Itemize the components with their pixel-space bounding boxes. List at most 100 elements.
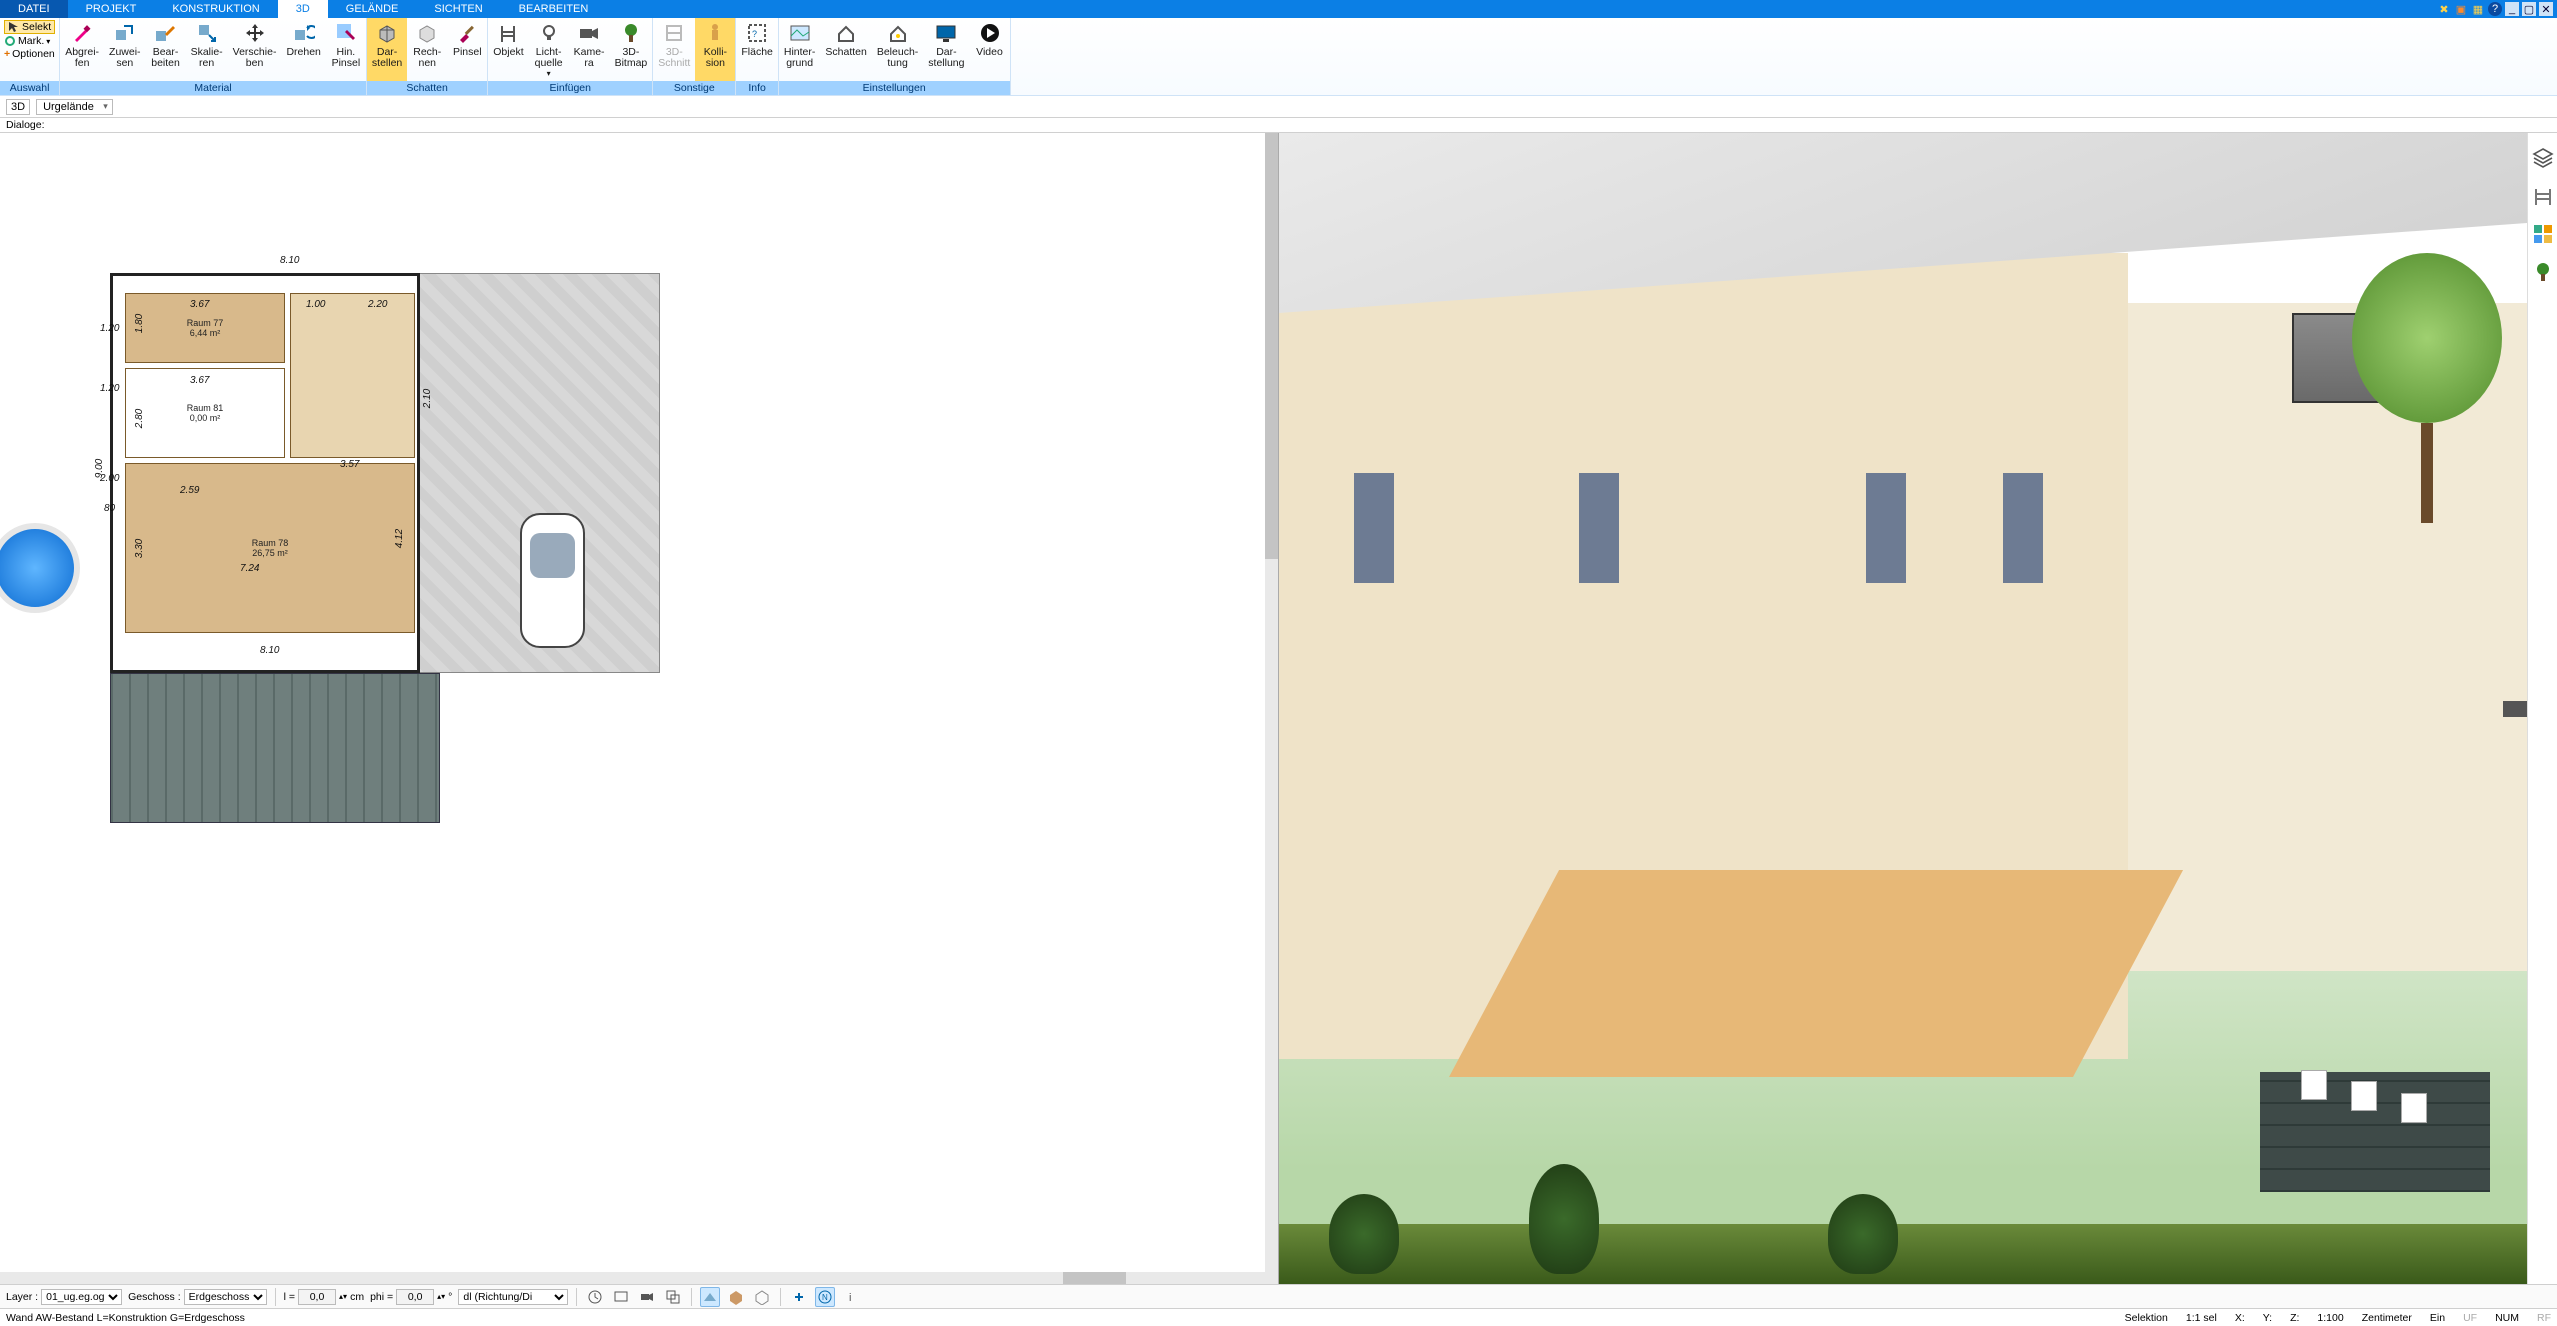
rotate-icon — [293, 22, 315, 44]
rechnen-button[interactable]: Rech- nen — [407, 18, 447, 81]
dim-80: 80 — [104, 503, 115, 514]
palette-icon[interactable] — [2532, 223, 2554, 245]
furniture-icon[interactable] — [2532, 185, 2554, 207]
flaeche-button[interactable]: ?Fläche — [736, 18, 778, 81]
mark-button[interactable]: Mark.▾ — [4, 35, 55, 47]
screen-icon[interactable] — [611, 1287, 631, 1307]
tab-sichten[interactable]: SICHTEN — [416, 0, 500, 18]
abgreifen-button[interactable]: Abgrei- fen — [60, 18, 104, 81]
dim-r77-w: 3.67 — [190, 299, 209, 310]
darstellen-button[interactable]: Dar- stellen — [367, 18, 407, 81]
selekt-label: Selekt — [22, 21, 51, 33]
dim-412: 4.12 — [394, 529, 405, 548]
2d-scrollbar-v[interactable] — [1265, 133, 1278, 1284]
target-icon — [4, 35, 16, 47]
skalieren-button[interactable]: Skalie- ren — [186, 18, 228, 81]
plant-icon[interactable] — [2532, 261, 2554, 283]
dialoge-label: Dialoge: — [6, 119, 45, 131]
phi-label: phi = — [370, 1291, 393, 1303]
dim-mid2: 2.20 — [368, 299, 387, 310]
help-icon[interactable]: ? — [2488, 2, 2502, 16]
3d-bitmap-button[interactable]: 3D- Bitmap — [610, 18, 653, 81]
objekt-button[interactable]: Objekt — [488, 18, 528, 81]
status-sel: 1:1 sel — [2186, 1312, 2217, 1324]
hinpinsel-button[interactable]: Hin. Pinsel — [326, 18, 366, 81]
menu-bar: DATEI PROJEKT KONSTRUKTION 3D GELÄNDE SI… — [0, 0, 2557, 18]
l-input[interactable] — [298, 1289, 336, 1305]
layer-dropdown[interactable]: Urgelände — [36, 99, 113, 115]
layer-select[interactable]: 01_ug.eg.og — [41, 1289, 122, 1305]
cube-shadow-icon — [376, 22, 398, 44]
tab-datei[interactable]: DATEI — [0, 0, 68, 18]
status-y: Y: — [2263, 1312, 2272, 1324]
background-icon — [789, 22, 811, 44]
tool-icon-1[interactable]: ✖ — [2437, 2, 2451, 16]
view-wire-icon[interactable] — [752, 1287, 772, 1307]
group-title-info: Info — [736, 81, 778, 95]
minimize-button[interactable]: _ — [2505, 2, 2519, 16]
optionen-button[interactable]: + Optionen — [4, 48, 55, 60]
scale-icon — [196, 22, 218, 44]
cursor-icon — [8, 21, 20, 33]
svg-text:N: N — [822, 1293, 828, 1302]
verschieben-button[interactable]: Verschie- ben — [228, 18, 282, 81]
tab-konstruktion[interactable]: KONSTRUKTION — [154, 0, 277, 18]
view-shaded-icon[interactable] — [700, 1287, 720, 1307]
ribbon-group-auswahl: Selekt Mark.▾ + Optionen Auswahl — [0, 18, 60, 95]
dim-330: 3.30 — [134, 539, 145, 558]
kollision-button[interactable]: Kolli- sion — [695, 18, 735, 81]
video-button[interactable]: Video — [970, 18, 1010, 81]
2d-scrollbar-h[interactable] — [0, 1272, 1265, 1284]
darstellung-button[interactable]: Dar- stellung — [923, 18, 969, 81]
lichtquelle-button[interactable]: Licht- quelle▾ — [529, 18, 569, 81]
svg-text:?: ? — [752, 29, 757, 39]
person-icon — [704, 22, 726, 44]
pinsel-button[interactable]: Pinsel — [447, 18, 487, 81]
status-rf: RF — [2537, 1312, 2551, 1324]
beleuchtung-button[interactable]: Beleuch- tung — [872, 18, 923, 81]
richtung-select[interactable]: dl (Richtung/Di — [458, 1289, 568, 1305]
tool-icon-2[interactable]: ▣ — [2454, 2, 2468, 16]
assign-icon — [114, 22, 136, 44]
tab-gelaende[interactable]: GELÄNDE — [328, 0, 417, 18]
3d-viewport[interactable] — [1279, 133, 2557, 1284]
tool-icon-3[interactable]: ▦ — [2471, 2, 2485, 16]
tab-bearbeiten[interactable]: BEARBEITEN — [501, 0, 607, 18]
maximize-button[interactable]: ▢ — [2522, 2, 2536, 16]
layers-icon[interactable] — [2532, 147, 2554, 169]
zuweisen-button[interactable]: Zuwei- sen — [104, 18, 146, 81]
tab-projekt[interactable]: PROJEKT — [68, 0, 155, 18]
arrows-icon[interactable] — [789, 1287, 809, 1307]
geschoss-select[interactable]: Erdgeschoss — [184, 1289, 267, 1305]
ribbon-group-einfuegen: Objekt Licht- quelle▾ Kame- ra 3D- Bitma… — [488, 18, 653, 95]
bearbeiten-button[interactable]: Bear- beiten — [146, 18, 186, 81]
phi-input[interactable] — [396, 1289, 434, 1305]
ribbon-group-sonstige: 3D- Schnitt Kolli- sion Sonstige — [653, 18, 736, 95]
clock-icon[interactable] — [585, 1287, 605, 1307]
3d-schnitt-button[interactable]: 3D- Schnitt — [653, 18, 695, 81]
hintergrund-button[interactable]: Hinter- grund — [779, 18, 821, 81]
bulb-icon — [538, 22, 560, 44]
status-left: Wand AW-Bestand L=Konstruktion G=Erdgesc… — [6, 1312, 245, 1324]
schatten-set-button[interactable]: Schatten — [820, 18, 871, 81]
3d-drag-handle[interactable] — [2503, 701, 2527, 717]
area-icon: ? — [746, 22, 768, 44]
l-unit: cm — [350, 1291, 364, 1303]
dim-120b: 1.20 — [100, 383, 119, 394]
kamera-button[interactable]: Kame- ra — [569, 18, 610, 81]
north-icon[interactable]: N — [815, 1287, 835, 1307]
drehen-button[interactable]: Drehen — [281, 18, 325, 81]
group-title-einfuegen: Einfügen — [488, 81, 652, 95]
selekt-button[interactable]: Selekt — [4, 20, 55, 34]
info-small-icon[interactable]: i — [841, 1287, 861, 1307]
dim-r81-w: 3.67 — [190, 375, 209, 386]
context-bar: 3D Urgelände — [0, 96, 2557, 118]
tab-3d[interactable]: 3D — [278, 0, 328, 18]
view-textured-icon[interactable] — [726, 1287, 746, 1307]
2d-viewport[interactable]: 8.10 Raum 77 6,44 m² Raum 81 0,00 m² — [0, 133, 1279, 1284]
close-button[interactable]: ✕ — [2539, 2, 2553, 16]
camera-small-icon[interactable] — [637, 1287, 657, 1307]
copy-icon[interactable] — [663, 1287, 683, 1307]
dim-724: 7.24 — [240, 563, 259, 574]
dim-357: 3.57 — [340, 459, 359, 470]
